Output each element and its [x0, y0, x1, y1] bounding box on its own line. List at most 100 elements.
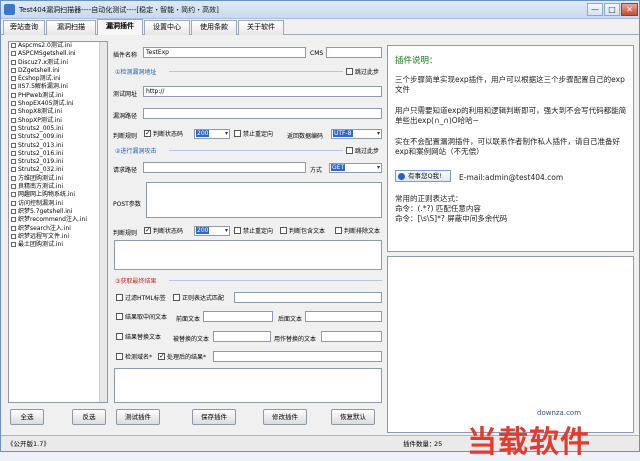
plugin-list-item[interactable]: Discuz7.x测试.ini — [9, 59, 107, 67]
check-contains-checkbox[interactable]: 判断包含文本 — [280, 227, 325, 236]
plugin-checkbox[interactable] — [11, 184, 16, 190]
plugin-checkbox[interactable] — [11, 192, 16, 198]
check-domain-checkbox[interactable]: 检测域名* — [116, 353, 152, 362]
step2-skip-checkbox[interactable]: 跳过此步 — [346, 147, 379, 156]
plugin-checkbox[interactable] — [11, 84, 16, 90]
plugin-list-item[interactable]: 织梦5.7getshell.ini — [9, 208, 107, 216]
plugin-checkbox[interactable] — [11, 67, 16, 73]
check-status2-checkbox[interactable]: 判断状态码 — [144, 226, 183, 236]
close-button[interactable]: ✕ — [621, 3, 638, 16]
plugin-checkbox[interactable] — [11, 175, 16, 181]
plugin-checkbox[interactable] — [11, 142, 16, 148]
tab-settings[interactable]: 设置中心 — [144, 20, 190, 35]
plugin-checkbox[interactable] — [11, 233, 16, 239]
plugin-checkbox[interactable] — [11, 101, 16, 107]
replaced-text-input[interactable] — [213, 331, 271, 342]
qq-contact-button[interactable]: 有事您Q我! — [395, 170, 451, 182]
plugin-list-item[interactable]: 网趣网上购物系统.ini — [9, 191, 107, 199]
tab-terms[interactable]: 使用条款 — [191, 20, 237, 35]
plugin-list-item[interactable]: Struts2_009.ini — [9, 133, 107, 141]
plugin-name-input[interactable]: TestExp — [143, 47, 306, 58]
save-plugin-button[interactable]: 保存插件 — [192, 409, 236, 425]
method-select[interactable]: GET ▾ — [329, 163, 382, 173]
back-text-input[interactable] — [305, 311, 382, 322]
plugin-list-item[interactable]: DZgetshell.ini — [9, 67, 107, 75]
plugin-list-item[interactable]: Struts2_032.ini — [9, 166, 107, 174]
plugin-list-item[interactable]: 访问控制漏洞.ini — [9, 200, 107, 208]
plugin-checkbox[interactable] — [11, 76, 16, 82]
plugin-checkbox[interactable] — [11, 159, 16, 165]
filter-html-checkbox[interactable]: 过滤HTML标签 — [116, 294, 166, 303]
post-params-textarea[interactable] — [146, 182, 382, 218]
plugin-list-item[interactable]: 织梦远程写文件.ini — [9, 233, 107, 241]
check-status-checkbox[interactable]: 判断状态码 — [144, 129, 183, 139]
plugin-checkbox[interactable] — [11, 208, 16, 214]
plugin-list[interactable]: Aspcms2.0测试.ini ASPCMSgetshell.ini Discuz7… — [8, 41, 108, 403]
plugin-checkbox[interactable] — [11, 242, 16, 248]
processed-result-input[interactable] — [213, 351, 382, 362]
plugin-list-item[interactable]: IIS7.5解析漏洞.ini — [9, 83, 107, 91]
maximize-button[interactable]: □ — [604, 3, 620, 16]
plugin-checkbox[interactable] — [11, 59, 16, 65]
result-output-area[interactable] — [114, 368, 382, 403]
plugin-checkbox[interactable] — [11, 43, 16, 48]
check-exclude-checkbox[interactable]: 判断排除文本 — [335, 227, 380, 236]
plugin-checkbox[interactable] — [11, 150, 16, 156]
test-plugin-button[interactable]: 测试插件 — [116, 409, 160, 425]
no-redirect-checkbox[interactable]: 禁止重定向 — [234, 130, 273, 139]
match-text-area[interactable] — [114, 240, 382, 270]
modify-plugin-button[interactable]: 修改插件 — [263, 409, 307, 425]
tab-vuln-plugins[interactable]: 漏洞插件 — [97, 19, 143, 35]
test-url-input[interactable]: http:// — [143, 86, 382, 97]
step2-divider — [169, 150, 343, 151]
processed-result-checkbox[interactable]: 处理后的结果* — [158, 352, 206, 362]
plugin-checkbox[interactable] — [11, 92, 16, 98]
plugin-list-item[interactable]: ASPCMSgetshell.ini — [9, 50, 107, 58]
plugin-list-item[interactable]: PHPweb测试.ini — [9, 92, 107, 100]
request-path-input[interactable] — [143, 162, 306, 173]
replacement-label: 用作替换的文本 — [274, 336, 317, 343]
plugin-checkbox[interactable] — [11, 117, 16, 123]
plugin-list-item[interactable]: 最土团购测试.ini — [9, 241, 107, 249]
restore-default-button[interactable]: 恢复默认 — [331, 409, 375, 425]
front-text-input[interactable] — [203, 311, 273, 322]
tab-side-site-query[interactable]: 旁站查询 — [3, 20, 45, 35]
regex-input[interactable] — [234, 292, 382, 303]
vuln-path-input[interactable] — [143, 108, 382, 119]
plugin-item-label: 访问控制漏洞.ini — [18, 199, 64, 207]
step1-skip-checkbox[interactable]: 跳过此步 — [346, 68, 379, 77]
plugin-list-item[interactable]: Struts2_013.ini — [9, 142, 107, 150]
plugin-list-scrollbar[interactable] — [99, 42, 107, 402]
replacement-input[interactable] — [321, 331, 382, 342]
status-code-select[interactable]: 200 ▾ — [194, 129, 230, 139]
no-redirect2-checkbox[interactable]: 禁止重定向 — [234, 227, 273, 236]
plugin-list-item[interactable]: Struts2_016.ini — [9, 150, 107, 158]
select-all-button[interactable]: 全选 — [10, 409, 44, 425]
plugin-checkbox[interactable] — [11, 225, 16, 231]
plugin-list-item[interactable]: ShopX8测试.ini — [9, 108, 107, 116]
regex-match-checkbox[interactable]: 正则表达式匹配 — [173, 294, 224, 303]
encoding-select[interactable]: UTF-8 ▾ — [331, 129, 382, 139]
replace-checkbox[interactable]: 结果替换文本 — [116, 333, 161, 342]
plugin-checkbox[interactable] — [11, 125, 16, 131]
plugin-list-item[interactable]: 织梦recommend注入.ini — [9, 216, 107, 224]
plugin-checkbox[interactable] — [11, 217, 16, 223]
extract-mid-checkbox[interactable]: 结果取中间文本 — [116, 313, 167, 322]
tab-about[interactable]: 关于软件 — [238, 20, 284, 35]
invert-selection-button[interactable]: 反选 — [72, 409, 106, 425]
plugin-list-item[interactable]: 织梦search注入.ini — [9, 225, 107, 233]
plugin-checkbox[interactable] — [11, 51, 16, 57]
tab-vuln-scan[interactable]: 漏洞扫描 — [46, 20, 96, 35]
plugin-list-item[interactable]: Struts2_019.ini — [9, 158, 107, 166]
cms-input[interactable] — [326, 47, 382, 58]
plugin-checkbox[interactable] — [11, 109, 16, 115]
plugin-checkbox[interactable] — [11, 134, 16, 140]
plugin-list-item[interactable]: 方维团购测试.ini — [9, 175, 107, 183]
plugin-checkbox[interactable] — [11, 200, 16, 206]
plugin-list-item[interactable]: ShopXP测试.ini — [9, 117, 107, 125]
minimize-button[interactable]: — — [587, 3, 603, 16]
plugin-checkbox[interactable] — [11, 167, 16, 173]
plugin-list-item[interactable]: Struts2_005.ini — [9, 125, 107, 133]
plugin-list-item[interactable]: Aspcms2.0测试.ini — [9, 42, 107, 50]
status-code2-select[interactable]: 200 ▾ — [194, 226, 230, 236]
